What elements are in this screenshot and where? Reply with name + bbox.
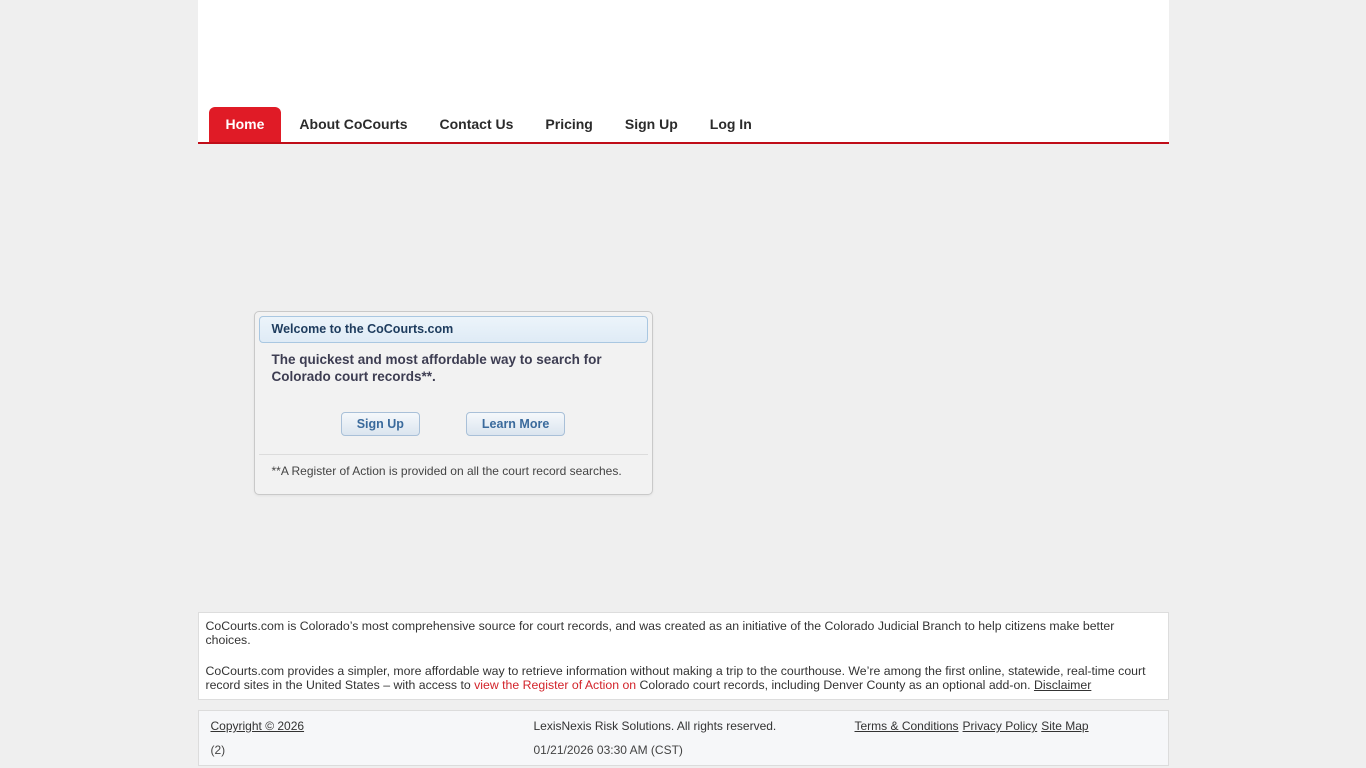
footer-links: Terms & Conditions Privacy PolicySite Map (845, 717, 1168, 757)
nav-item-contact-us[interactable]: Contact Us (426, 107, 528, 142)
welcome-panel-text: The quickest and most affordable way to … (259, 343, 634, 385)
site-description-paragraph-2: CoCourts.com provides a simpler, more af… (206, 665, 1161, 692)
copyright-link[interactable]: Copyright © 2026 (211, 719, 305, 733)
site-description-box: CoCourts.com is Colorado’s most comprehe… (198, 612, 1169, 700)
main-content: Welcome to the CoCourts.com The quickest… (198, 144, 1169, 612)
main-navigation: Home About CoCourts Contact Us Pricing S… (209, 107, 766, 142)
footer-bar: Copyright © 2026 (2) LexisNexis Risk Sol… (198, 710, 1169, 766)
nav-item-log-in[interactable]: Log In (696, 107, 766, 142)
footer-note: (2) (211, 743, 522, 757)
register-of-action-link[interactable]: view the Register of Action on (474, 678, 636, 692)
sign-up-button[interactable]: Sign Up (341, 412, 420, 436)
learn-more-button[interactable]: Learn More (466, 412, 565, 436)
welcome-panel: Welcome to the CoCourts.com The quickest… (254, 311, 653, 495)
nav-tab-home[interactable]: Home (209, 107, 282, 142)
site-description-paragraph-1: CoCourts.com is Colorado’s most comprehe… (206, 620, 1161, 647)
site-header: Home About CoCourts Contact Us Pricing S… (198, 0, 1169, 144)
disclaimer-link[interactable]: Disclaimer (1034, 678, 1091, 692)
nav-item-pricing[interactable]: Pricing (531, 107, 606, 142)
footer-timestamp: 01/21/2026 03:30 AM (CST) (534, 743, 845, 757)
paragraph2-text-after: Colorado court records, including Denver… (636, 678, 1034, 692)
welcome-footnote: **A Register of Action is provided on al… (259, 455, 648, 490)
welcome-panel-title: Welcome to the CoCourts.com (259, 316, 648, 343)
footer-center-column: LexisNexis Risk Solutions. All rights re… (522, 717, 845, 757)
privacy-policy-link[interactable]: Privacy Policy (963, 719, 1038, 733)
welcome-button-row: Sign Up Learn More (259, 412, 648, 436)
terms-conditions-link[interactable]: Terms & Conditions (855, 719, 959, 733)
site-map-link[interactable]: Site Map (1041, 719, 1088, 733)
footer-left-column: Copyright © 2026 (2) (199, 717, 522, 757)
nav-item-about-cocourts[interactable]: About CoCourts (285, 107, 421, 142)
company-credit: LexisNexis Risk Solutions. All rights re… (534, 719, 845, 733)
nav-item-sign-up[interactable]: Sign Up (611, 107, 692, 142)
page-container: Home About CoCourts Contact Us Pricing S… (198, 0, 1169, 768)
